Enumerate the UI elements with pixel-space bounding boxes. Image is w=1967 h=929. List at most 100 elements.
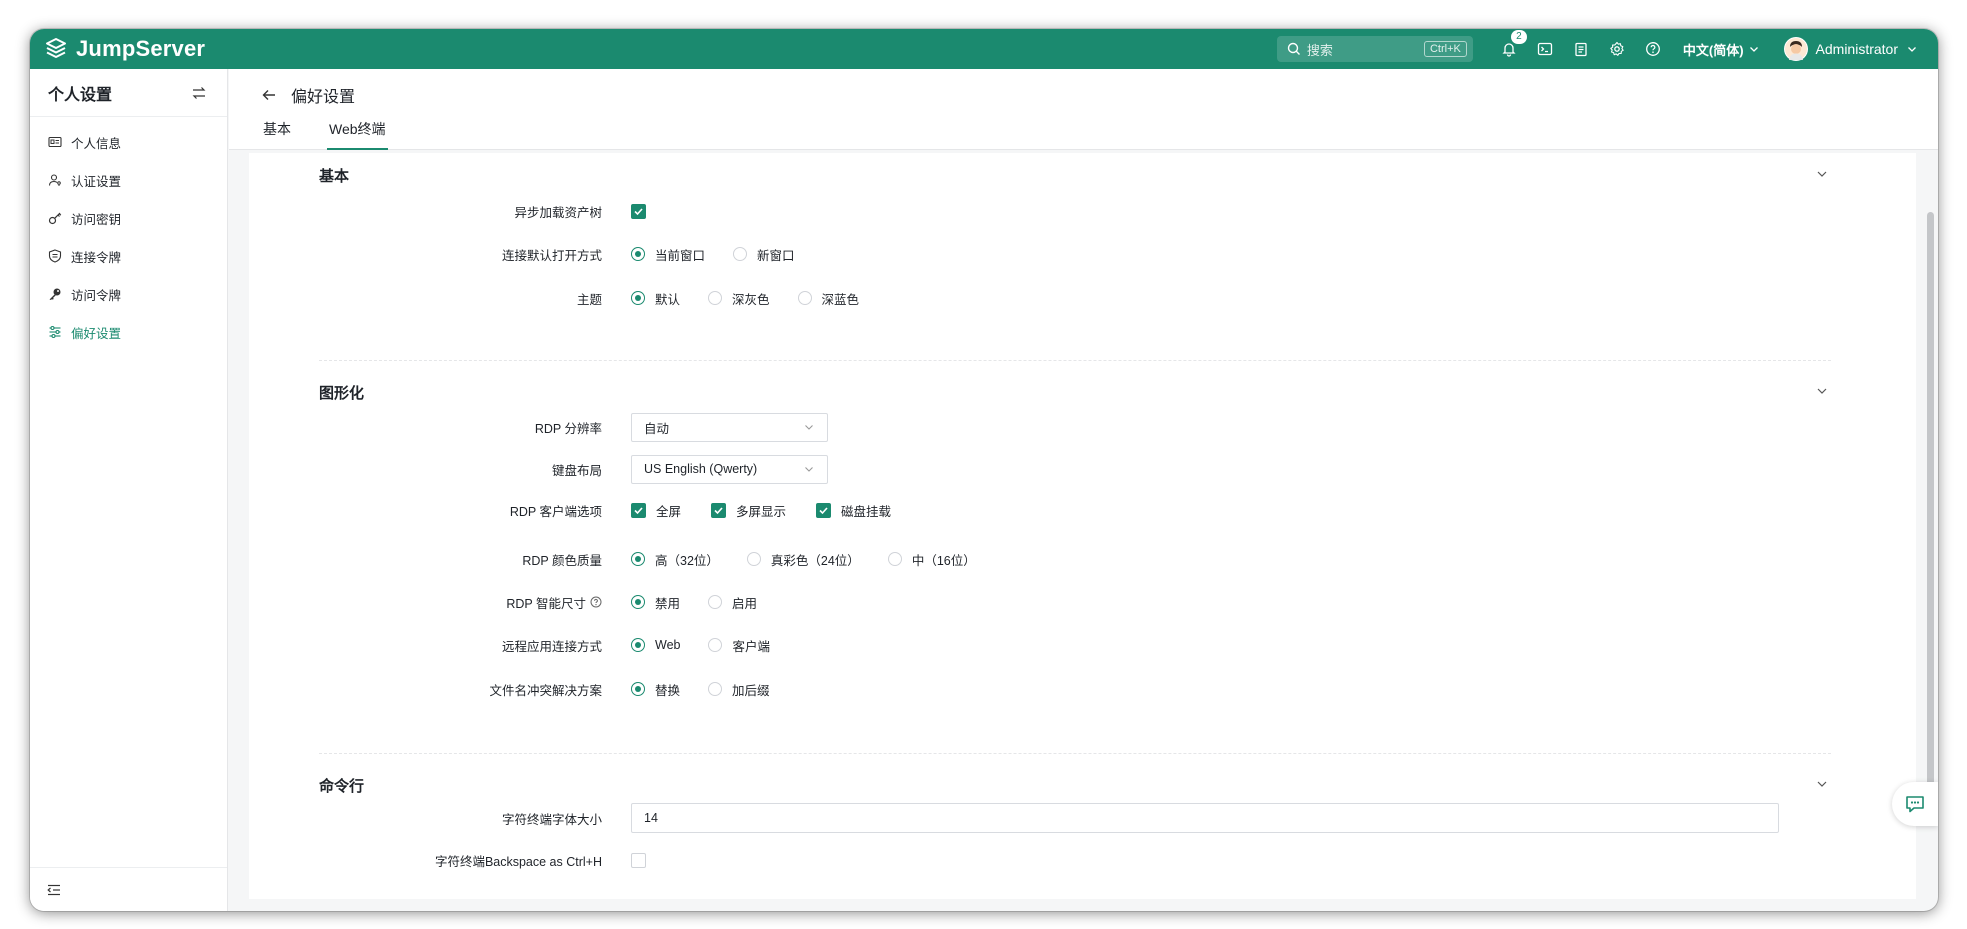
- field-label: 键盘布局: [551, 463, 602, 478]
- scrollbar-thumb[interactable]: [1927, 212, 1934, 792]
- search-icon: [1287, 42, 1300, 55]
- notification-button[interactable]: 2: [1499, 30, 1527, 59]
- radio-remote-app-web[interactable]: Web: [631, 638, 680, 652]
- input-value: 14: [644, 811, 658, 825]
- sidebar-item-access-token[interactable]: 访问令牌: [30, 275, 227, 313]
- radio-remote-app-client[interactable]: 客户端: [708, 636, 770, 655]
- backspace-checkbox[interactable]: [631, 852, 646, 868]
- tabs: 基本 Web终端: [263, 117, 388, 150]
- form-row-keyboard-layout: 键盘布局 US English (Qwerty): [319, 454, 1831, 484]
- rdp-resolution-select[interactable]: 自动: [631, 412, 828, 442]
- radio-color-16bit[interactable]: 中（16位）: [887, 550, 976, 569]
- search-shortcut: Ctrl+K: [1423, 41, 1467, 57]
- radio-label: 深灰色: [732, 292, 770, 307]
- avatar: [1783, 37, 1808, 61]
- keyboard-layout-select[interactable]: US English (Qwerty): [631, 454, 828, 484]
- sidebar-item-profile[interactable]: 个人信息: [30, 123, 227, 161]
- chevron-down-icon[interactable]: [1815, 384, 1829, 398]
- radio-theme-dark-blue[interactable]: 深蓝色: [797, 289, 860, 308]
- back-arrow-icon[interactable]: [261, 87, 277, 103]
- radio-dot: [631, 247, 645, 261]
- tickets-button[interactable]: [1571, 39, 1591, 59]
- chat-assistant-button[interactable]: [1892, 782, 1938, 826]
- radio-label: 默认: [655, 292, 681, 307]
- radio-label: 中（16位）: [911, 553, 976, 568]
- radio-current-window[interactable]: 当前窗口: [631, 245, 705, 264]
- radio-dot: [746, 552, 761, 566]
- sidebar-item-auth-settings[interactable]: 认证设置: [30, 161, 227, 199]
- checkbox-multi-screen[interactable]: 多屏显示: [711, 501, 786, 520]
- sidebar-menu: 个人信息 认证设置 访问密钥 连接令牌 访问令牌 偏好设置: [30, 117, 227, 351]
- radio-file-replace[interactable]: 替换: [631, 680, 680, 699]
- sidebar-item-preferences[interactable]: 偏好设置: [30, 313, 227, 351]
- field-label: 字符终端字体大小: [501, 812, 602, 827]
- checkbox-drive-mount[interactable]: 磁盘挂载: [816, 501, 891, 520]
- check-icon: [819, 506, 828, 514]
- radio-label: 深蓝色: [821, 292, 860, 307]
- web-terminal-button[interactable]: [1535, 39, 1555, 59]
- logo[interactable]: JumpServer: [44, 36, 205, 62]
- sidebar-item-connection-token[interactable]: 连接令牌: [30, 237, 227, 275]
- radio-color-32bit[interactable]: 高（32位）: [631, 550, 719, 569]
- radio-label: 客户端: [732, 639, 770, 654]
- sidebar-title: 个人设置: [48, 86, 113, 104]
- field-label: RDP 客户端选项: [509, 504, 602, 519]
- settings-form: 基本 异步加载资产树 连接默认打开方式 当前窗口 新窗口 主题 默认 深灰色 深…: [249, 153, 1916, 899]
- form-row-async-tree: 异步加载资产树: [319, 196, 1831, 226]
- chevron-down-icon[interactable]: [1815, 777, 1829, 791]
- user-menu[interactable]: Administrator: [1783, 37, 1918, 61]
- radio-color-24bit[interactable]: 真彩色（24位）: [746, 550, 860, 569]
- chevron-down-icon: [805, 425, 813, 430]
- font-size-input[interactable]: 14: [631, 803, 1779, 833]
- radio-label: 禁用: [655, 596, 681, 611]
- radio-label: 当前窗口: [655, 248, 706, 263]
- app-window: JumpServer 搜索 Ctrl+K 2 中文(简体) Administra…: [30, 29, 1938, 911]
- radio-theme-default[interactable]: 默认: [631, 289, 680, 308]
- tab-basic[interactable]: 基本: [263, 117, 291, 150]
- radio-dot: [708, 595, 723, 609]
- sidebar-item-label: 偏好设置: [71, 326, 122, 341]
- help-circle-icon[interactable]: [590, 596, 602, 608]
- radio-file-suffix[interactable]: 加后缀: [708, 680, 770, 699]
- radio-smart-size-disabled[interactable]: 禁用: [631, 593, 680, 612]
- section-graphical: 图形化 RDP 分辨率 自动 键盘布局 US English (Qwerty): [319, 382, 1831, 698]
- sidebar-item-label: 个人信息: [71, 136, 122, 151]
- radio-new-window[interactable]: 新窗口: [733, 245, 795, 264]
- settings-button[interactable]: [1607, 39, 1627, 59]
- app-name: JumpServer: [76, 36, 206, 61]
- checkbox-fullscreen[interactable]: 全屏: [631, 501, 681, 520]
- form-row-backspace: 字符终端Backspace as Ctrl+H: [319, 845, 1831, 875]
- sidebar-item-label: 认证设置: [71, 174, 122, 189]
- form-row-theme: 主题 默认 深灰色 深蓝色: [319, 283, 1831, 313]
- sidebar: 个人设置 个人信息 认证设置 访问密钥 连接令牌 访问令牌 偏好设置: [30, 69, 228, 911]
- collapse-menu-icon[interactable]: [46, 882, 62, 898]
- help-button[interactable]: [1643, 39, 1663, 59]
- switch-icon[interactable]: [191, 85, 207, 101]
- radio-smart-size-enabled[interactable]: 启用: [708, 593, 757, 612]
- radio-dot: [631, 595, 645, 609]
- radio-dot: [631, 682, 645, 696]
- chevron-down-icon: [805, 467, 813, 472]
- checkbox-label: 磁盘挂载: [841, 504, 892, 519]
- radio-label: 替换: [655, 683, 681, 698]
- chevron-down-icon[interactable]: [1815, 167, 1829, 181]
- select-value: 自动: [644, 421, 670, 436]
- radio-dot: [797, 291, 812, 305]
- page-title-bar: 偏好设置: [261, 83, 355, 107]
- form-row-file-conflict: 文件名冲突解决方案 替换 加后缀: [319, 674, 1831, 704]
- checkbox-box: [816, 502, 832, 518]
- field-label: 主题: [576, 292, 602, 307]
- language-selector[interactable]: 中文(简体): [1683, 40, 1760, 59]
- async-tree-checkbox[interactable]: [631, 203, 646, 219]
- radio-dot: [733, 247, 748, 261]
- search-input[interactable]: 搜索 Ctrl+K: [1276, 36, 1473, 62]
- language-label: 中文(简体): [1682, 42, 1744, 58]
- chat-bubble-icon: [1906, 796, 1924, 813]
- section-title: 基本: [319, 168, 350, 185]
- sidebar-item-access-key[interactable]: 访问密钥: [30, 199, 227, 237]
- field-label: 文件名冲突解决方案: [489, 683, 602, 698]
- radio-theme-dark-gray[interactable]: 深灰色: [708, 289, 770, 308]
- form-row-rdp-resolution: RDP 分辨率 自动: [319, 412, 1831, 442]
- key-solid-icon: [49, 288, 61, 300]
- tab-web-terminal[interactable]: Web终端: [327, 117, 388, 150]
